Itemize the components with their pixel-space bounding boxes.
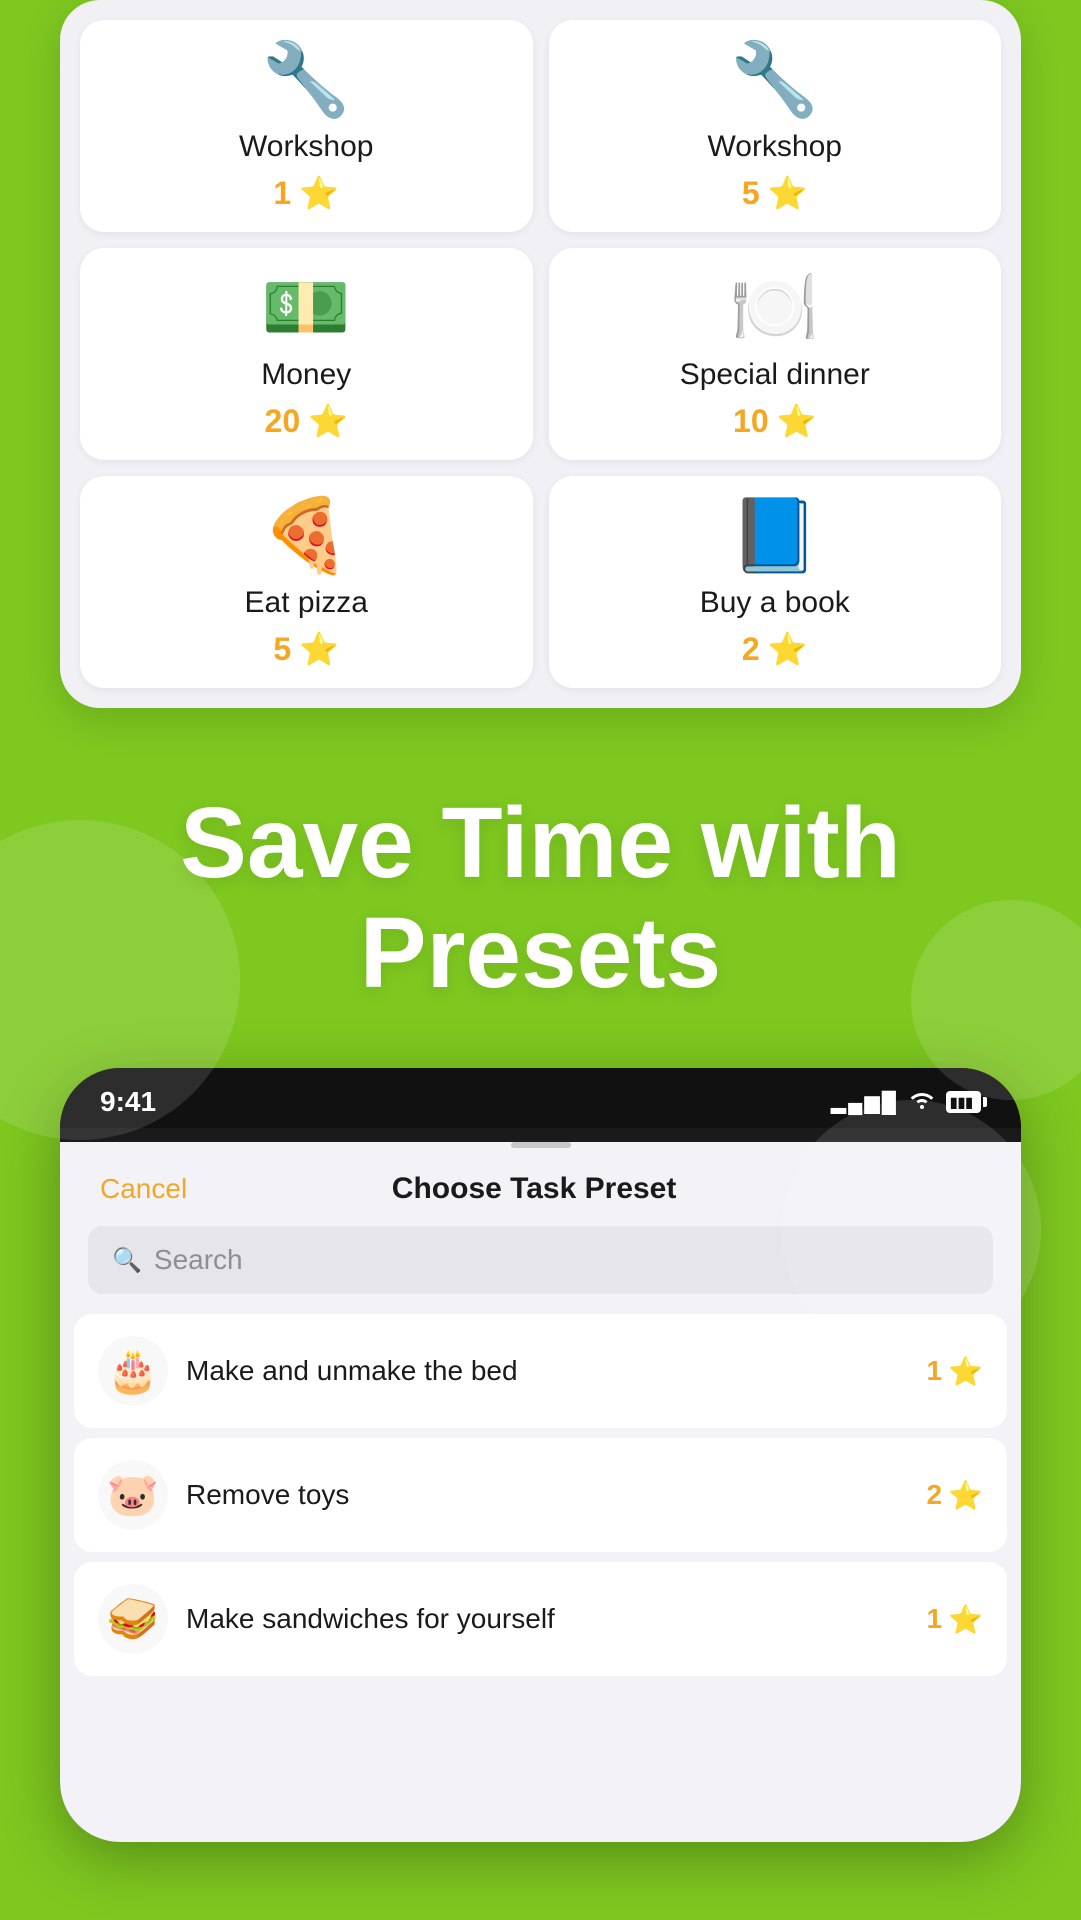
star-icon-workshop5: ⭐ [768,174,808,212]
search-bar[interactable]: 🔍 Search [88,1226,993,1294]
task-item-make-bed[interactable]: 🎂 Make and unmake the bed 1 ⭐ [74,1314,1007,1428]
status-icons: ▂▄▆█ ▮▮▮ [831,1089,981,1115]
reward-name-buy-book: Buy a book [700,586,850,620]
cancel-button[interactable]: Cancel [100,1173,187,1205]
rewards-card: 🔧 Workshop 1 ⭐ 🔧 Workshop 5 ⭐ 💵 Money 20… [60,0,1021,708]
status-bar: 9:41 ▂▄▆█ ▮▮▮ [60,1068,1021,1128]
star-icon-workshop1: ⭐ [299,174,339,212]
reward-emoji-money: 💵 [261,272,351,344]
reward-emoji-workshop5: 🔧 [730,44,820,116]
reward-item-money[interactable]: 💵 Money 20 ⭐ [80,248,533,460]
sheet-header: Cancel Choose Task Preset [60,1148,1021,1226]
sheet-title: Choose Task Preset [392,1172,677,1206]
task-stars-sandwiches: 1 ⭐ [927,1603,983,1636]
promo-headline: Save Time with Presets [60,788,1021,1008]
status-time: 9:41 [100,1086,156,1118]
reward-name-eat-pizza: Eat pizza [245,586,368,620]
reward-stars-workshop5: 5 ⭐ [742,174,808,212]
reward-item-buy-book[interactable]: 📘 Buy a book 2 ⭐ [549,476,1002,688]
task-star-sandwiches: ⭐ [948,1603,983,1636]
bottom-sheet: Cancel Choose Task Preset 🔍 Search 🎂 Mak… [60,1142,1021,1842]
battery-icon: ▮▮▮ [946,1091,981,1113]
reward-stars-money: 20 ⭐ [265,402,348,440]
reward-stars-special-dinner: 10 ⭐ [733,402,816,440]
rewards-grid: 🔧 Workshop 1 ⭐ 🔧 Workshop 5 ⭐ 💵 Money 20… [80,20,1001,688]
task-star-make-bed: ⭐ [948,1355,983,1388]
reward-emoji-special-dinner: 🍽️ [730,272,820,344]
task-name-remove-toys: Remove toys [186,1479,909,1511]
reward-count-buy-book: 2 [742,631,760,668]
promo-line1: Save Time with [180,787,901,899]
task-item-remove-toys[interactable]: 🐷 Remove toys 2 ⭐ [74,1438,1007,1552]
bottom-phone: 9:41 ▂▄▆█ ▮▮▮ Cancel Choose Task Preset … [60,1068,1021,1842]
reward-stars-buy-book: 2 ⭐ [742,630,808,668]
reward-emoji-eat-pizza: 🍕 [261,500,351,572]
task-icon-sandwiches: 🥪 [98,1584,168,1654]
reward-stars-workshop1: 1 ⭐ [273,174,339,212]
signal-icon: ▂▄▆█ [831,1090,898,1115]
reward-emoji-buy-book: 📘 [730,500,820,572]
reward-name-special-dinner: Special dinner [680,358,870,392]
task-list: 🎂 Make and unmake the bed 1 ⭐ 🐷 Remove t… [60,1314,1021,1676]
reward-count-eat-pizza: 5 [273,631,291,668]
task-icon-remove-toys: 🐷 [98,1460,168,1530]
reward-item-workshop1[interactable]: 🔧 Workshop 1 ⭐ [80,20,533,232]
task-count-sandwiches: 1 [927,1603,943,1635]
promo-line2: Presets [360,897,721,1009]
reward-stars-eat-pizza: 5 ⭐ [273,630,339,668]
reward-name-money: Money [261,358,351,392]
reward-emoji-workshop1: 🔧 [261,44,351,116]
star-icon-eat-pizza: ⭐ [299,630,339,668]
task-stars-remove-toys: 2 ⭐ [927,1479,983,1512]
reward-count-workshop1: 1 [273,175,291,212]
task-name-make-bed: Make and unmake the bed [186,1355,909,1387]
task-count-remove-toys: 2 [927,1479,943,1511]
task-stars-make-bed: 1 ⭐ [927,1355,983,1388]
star-icon-special-dinner: ⭐ [777,402,817,440]
search-placeholder-text: Search [154,1244,243,1276]
task-item-sandwiches[interactable]: 🥪 Make sandwiches for yourself 1 ⭐ [74,1562,1007,1676]
reward-name-workshop5: Workshop [707,130,842,164]
wifi-icon [908,1089,936,1115]
star-icon-buy-book: ⭐ [768,630,808,668]
search-icon: 🔍 [112,1246,142,1275]
reward-item-special-dinner[interactable]: 🍽️ Special dinner 10 ⭐ [549,248,1002,460]
task-icon-make-bed: 🎂 [98,1336,168,1406]
promo-section: Save Time with Presets [0,708,1081,1068]
reward-item-workshop5[interactable]: 🔧 Workshop 5 ⭐ [549,20,1002,232]
reward-name-workshop1: Workshop [239,130,374,164]
reward-count-special-dinner: 10 [733,403,769,440]
task-star-remove-toys: ⭐ [948,1479,983,1512]
task-count-make-bed: 1 [927,1355,943,1387]
star-icon-money: ⭐ [308,402,348,440]
task-name-sandwiches: Make sandwiches for yourself [186,1603,909,1635]
reward-count-money: 20 [265,403,301,440]
reward-item-eat-pizza[interactable]: 🍕 Eat pizza 5 ⭐ [80,476,533,688]
reward-count-workshop5: 5 [742,175,760,212]
